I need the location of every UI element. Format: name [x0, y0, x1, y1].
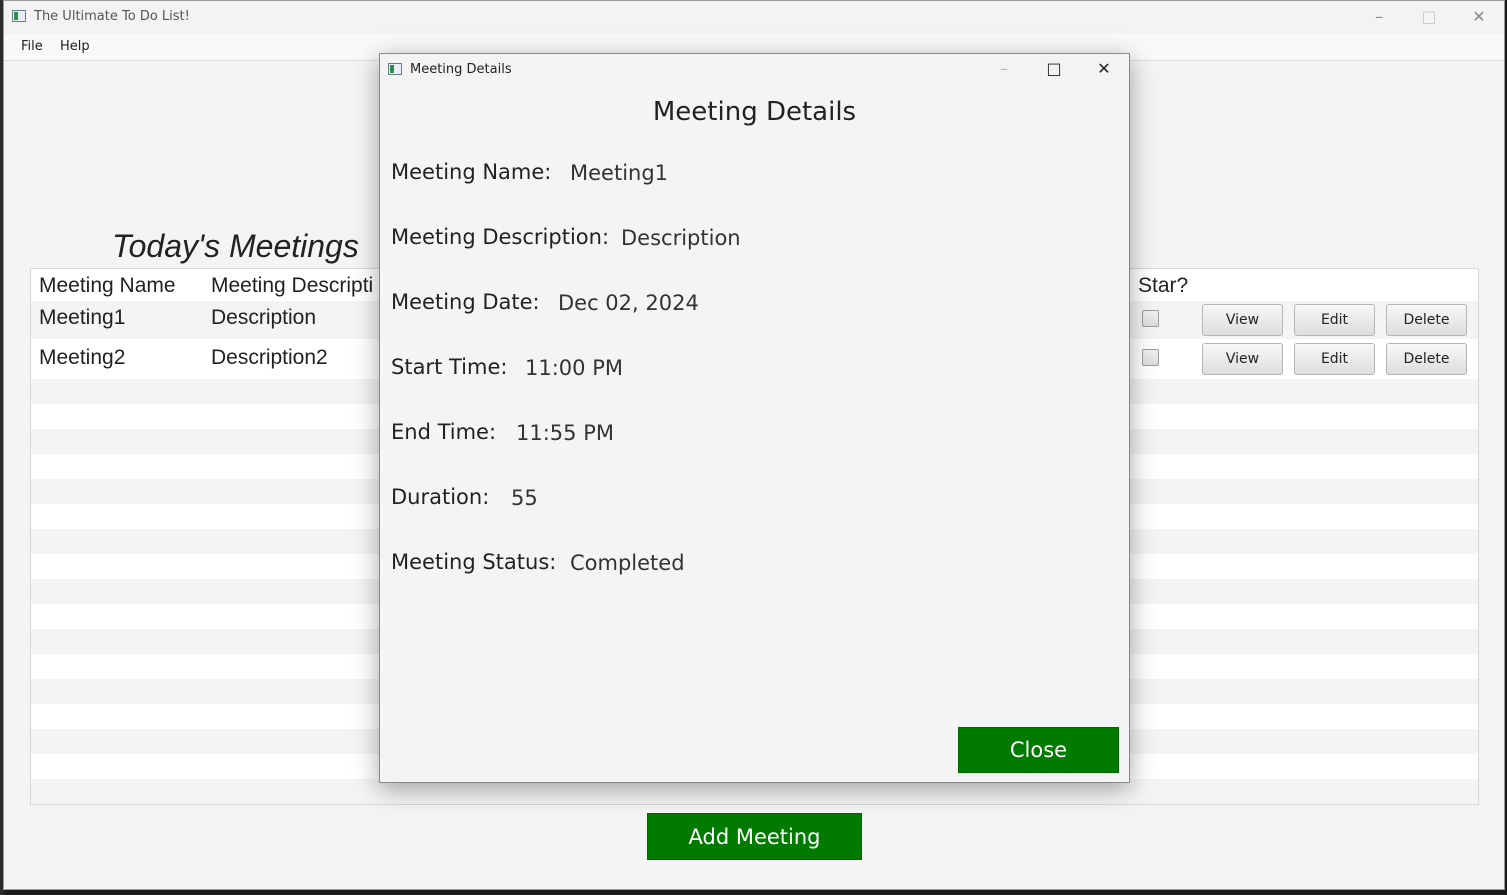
close-icon[interactable]: ✕ — [1080, 54, 1128, 84]
start-time-value: 11:00 PM — [525, 356, 623, 380]
meeting-description-value: Description — [621, 226, 741, 250]
menu-help[interactable]: Help — [60, 39, 90, 54]
end-time-label: End Time: — [391, 420, 497, 444]
column-header-description[interactable]: Meeting Descripti — [211, 274, 373, 298]
dialog-title-bar: Meeting Details – □ ✕ — [380, 54, 1129, 84]
menu-file[interactable]: File — [21, 39, 43, 54]
app-icon — [388, 63, 402, 75]
meeting-name-cell: Meeting1 — [39, 306, 126, 329]
window-title: The Ultimate To Do List! — [34, 9, 190, 24]
edit-button[interactable]: Edit — [1294, 304, 1375, 336]
duration-value: 55 — [511, 486, 538, 510]
app-icon — [12, 10, 26, 22]
view-button[interactable]: View — [1202, 343, 1283, 375]
close-icon[interactable]: ✕ — [1455, 1, 1503, 33]
meeting-status-value: Completed — [570, 551, 685, 575]
star-checkbox[interactable] — [1142, 310, 1159, 327]
minimize-icon[interactable]: – — [1355, 1, 1403, 33]
meeting-name-value: Meeting1 — [570, 161, 669, 185]
column-header-star[interactable]: Star? — [1138, 274, 1188, 298]
maximize-icon[interactable]: □ — [1405, 1, 1453, 33]
meeting-description-cell: Description2 — [211, 346, 328, 369]
meeting-name-label: Meeting Name: — [391, 160, 552, 184]
meeting-status-label: Meeting Status: — [391, 550, 557, 574]
meeting-name-cell: Meeting2 — [39, 346, 126, 369]
maximize-icon[interactable]: □ — [1030, 54, 1078, 84]
dialog-window-title: Meeting Details — [410, 62, 512, 77]
close-button[interactable]: Close — [958, 727, 1119, 773]
delete-button[interactable]: Delete — [1386, 304, 1467, 336]
meeting-date-value: Dec 02, 2024 — [558, 291, 699, 315]
view-button[interactable]: View — [1202, 304, 1283, 336]
edit-button[interactable]: Edit — [1294, 343, 1375, 375]
star-checkbox[interactable] — [1142, 349, 1159, 366]
add-meeting-button[interactable]: Add Meeting — [647, 813, 862, 860]
dialog-heading: Meeting Details — [652, 97, 857, 127]
meeting-date-label: Meeting Date: — [391, 290, 540, 314]
page-title: Today's Meetings — [112, 228, 359, 264]
start-time-label: Start Time: — [391, 355, 508, 379]
meeting-description-cell: Description — [211, 306, 317, 329]
delete-button[interactable]: Delete — [1386, 343, 1467, 375]
title-bar: The Ultimate To Do List! – □ ✕ — [4, 1, 1504, 34]
minimize-icon[interactable]: – — [980, 54, 1028, 84]
meeting-description-label: Meeting Description: — [391, 225, 610, 249]
duration-label: Duration: — [391, 485, 490, 509]
meeting-details-dialog: Meeting Details – □ ✕ Meeting Details Me… — [379, 53, 1130, 783]
column-header-name[interactable]: Meeting Name — [39, 274, 176, 298]
end-time-value: 11:55 PM — [516, 421, 614, 445]
